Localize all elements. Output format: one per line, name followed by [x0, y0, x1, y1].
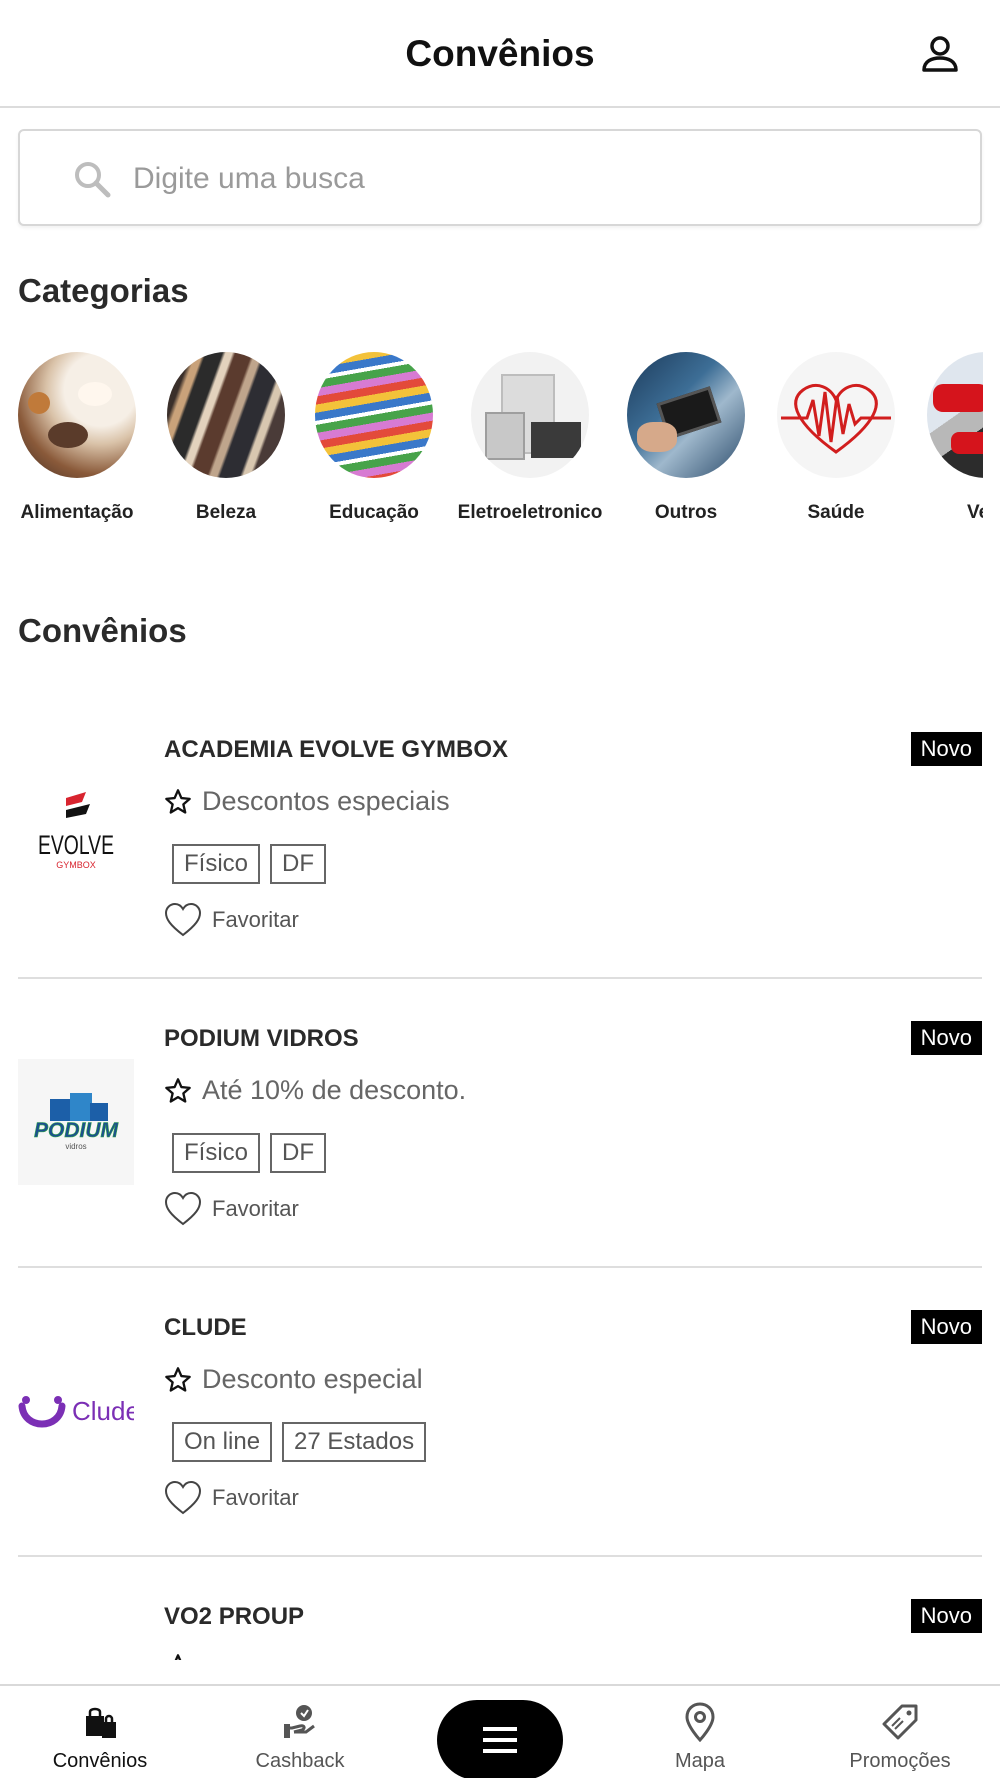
- search-input[interactable]: [133, 151, 953, 207]
- menu-icon: [483, 1727, 517, 1753]
- discount-row: [164, 1653, 202, 1660]
- nav-promocoes[interactable]: Promoções: [820, 1702, 980, 1773]
- category-label: Beleza: [195, 502, 257, 523]
- logo-text: EVOLVE: [38, 830, 114, 860]
- categories-carousel[interactable]: Alimentação Beleza Educação Eletroeletro…: [0, 352, 983, 532]
- category-label: Alimentação: [20, 502, 134, 523]
- star-icon: [174, 1654, 182, 1660]
- notebooks-photo-icon: [315, 352, 433, 478]
- favorite-button[interactable]: Favoritar: [164, 902, 299, 938]
- discount-row: Descontos especiais: [164, 786, 450, 817]
- shopping-bags-icon: [86, 1707, 116, 1738]
- category-label: Educação: [329, 502, 419, 523]
- new-badge: Novo: [910, 1599, 982, 1633]
- convenio-name: VO2 PROUP: [164, 1603, 305, 1630]
- person-icon[interactable]: [920, 34, 960, 74]
- star-icon: [165, 1366, 191, 1392]
- heart-icon: [164, 1191, 202, 1226]
- nav-label: Promoções: [849, 1750, 951, 1772]
- heart-icon: [164, 1480, 202, 1515]
- category-label: Saúde: [807, 502, 865, 523]
- tags-row: Físico DF: [172, 1133, 327, 1173]
- category-veiculos[interactable]: Veíc: [906, 352, 983, 524]
- search-bar[interactable]: [18, 129, 982, 226]
- favorite-button[interactable]: Favoritar: [164, 1480, 299, 1516]
- bottom-navigation: Convênios Cashback Mapa Promoções: [0, 1684, 1000, 1778]
- app-header: Convênios: [0, 0, 1000, 108]
- clude-logo: Clude: [18, 1348, 134, 1474]
- logo-subtext: vidros: [65, 1142, 86, 1151]
- tags-row: Físico DF: [172, 844, 327, 884]
- cars-photo-icon: [927, 352, 983, 478]
- appliances-photo-icon: [471, 352, 589, 478]
- convenio-name: CLUDE: [164, 1314, 247, 1341]
- category-beleza[interactable]: Beleza: [146, 352, 306, 524]
- nav-mapa[interactable]: Mapa: [620, 1702, 780, 1773]
- tag: On line: [172, 1422, 273, 1462]
- search-icon: [75, 162, 111, 198]
- discount-text: Até 10% de desconto.: [202, 1075, 467, 1105]
- convenio-name: PODIUM VIDROS: [164, 1025, 359, 1052]
- convenios-title: Convênios: [18, 612, 187, 649]
- logo-text: PODIUM: [34, 1119, 119, 1142]
- tag: DF: [270, 844, 327, 884]
- nav-label: Convênios: [52, 1750, 148, 1772]
- categories-title: Categorias: [18, 272, 189, 309]
- discount-row: Desconto especial: [164, 1364, 423, 1395]
- favorite-button[interactable]: Favoritar: [164, 1191, 299, 1227]
- tags-row: On line 27 Estados: [172, 1422, 427, 1462]
- food-photo-icon: [18, 352, 136, 478]
- tag: Físico: [172, 844, 261, 884]
- category-label: Eletroeletronico: [457, 502, 603, 523]
- category-educacao[interactable]: Educação: [294, 352, 454, 524]
- cashback-hand-icon: [284, 1705, 315, 1738]
- star-icon: [165, 1077, 191, 1103]
- new-badge: Novo: [910, 1310, 982, 1344]
- list-item[interactable]: PODIUM vidros PODIUM VIDROS Novo Até 10%…: [18, 979, 982, 1268]
- nav-convenios[interactable]: Convênios: [20, 1702, 180, 1773]
- tag: Físico: [172, 1133, 261, 1173]
- category-label: Veíc: [966, 502, 983, 523]
- list-item[interactable]: VO2 PROUP Novo: [18, 1557, 982, 1660]
- evolve-logo: EVOLVE GYMBOX: [18, 770, 134, 896]
- logo-text: Clude: [72, 1396, 134, 1426]
- category-saude[interactable]: Saúde: [756, 352, 916, 524]
- category-label: Outros: [654, 502, 718, 523]
- convenio-name: ACADEMIA EVOLVE GYMBOX: [164, 736, 509, 763]
- new-badge: Novo: [910, 732, 982, 766]
- list-item[interactable]: EVOLVE GYMBOX ACADEMIA EVOLVE GYMBOX Nov…: [18, 690, 982, 979]
- category-eletroeletronico[interactable]: Eletroeletronico: [450, 352, 610, 524]
- heart-icon: [164, 902, 202, 937]
- page-title: Convênios: [405, 33, 595, 74]
- heartbeat-photo-icon: [777, 352, 895, 478]
- nav-label: Mapa: [674, 1750, 726, 1772]
- makeup-brushes-photo-icon: [167, 352, 285, 478]
- list-item[interactable]: Clude CLUDE Novo Desconto especial On li…: [18, 1268, 982, 1557]
- nav-label: Cashback: [255, 1750, 345, 1772]
- favorite-label: Favoritar: [212, 907, 299, 932]
- nav-cashback[interactable]: Cashback: [220, 1702, 380, 1773]
- discount-text: Desconto especial: [202, 1364, 423, 1394]
- map-pin-icon: [685, 1702, 715, 1742]
- price-tag-icon: [882, 1704, 918, 1740]
- podium-logo: PODIUM vidros: [18, 1059, 134, 1185]
- star-icon: [165, 788, 191, 814]
- convenios-list: EVOLVE GYMBOX ACADEMIA EVOLVE GYMBOX Nov…: [18, 690, 982, 1660]
- category-outros[interactable]: Outros: [606, 352, 766, 524]
- discount-text: Descontos especiais: [202, 786, 450, 816]
- new-badge: Novo: [910, 1021, 982, 1055]
- tag: DF: [270, 1133, 327, 1173]
- favorite-label: Favoritar: [212, 1196, 299, 1221]
- favorite-label: Favoritar: [212, 1485, 299, 1510]
- tablet-photo-icon: [627, 352, 745, 478]
- menu-button[interactable]: [437, 1700, 563, 1778]
- logo-subtext: GYMBOX: [56, 860, 96, 870]
- tag: 27 Estados: [282, 1422, 427, 1462]
- discount-row: Até 10% de desconto.: [164, 1075, 466, 1106]
- category-alimentacao[interactable]: Alimentação: [0, 352, 157, 524]
